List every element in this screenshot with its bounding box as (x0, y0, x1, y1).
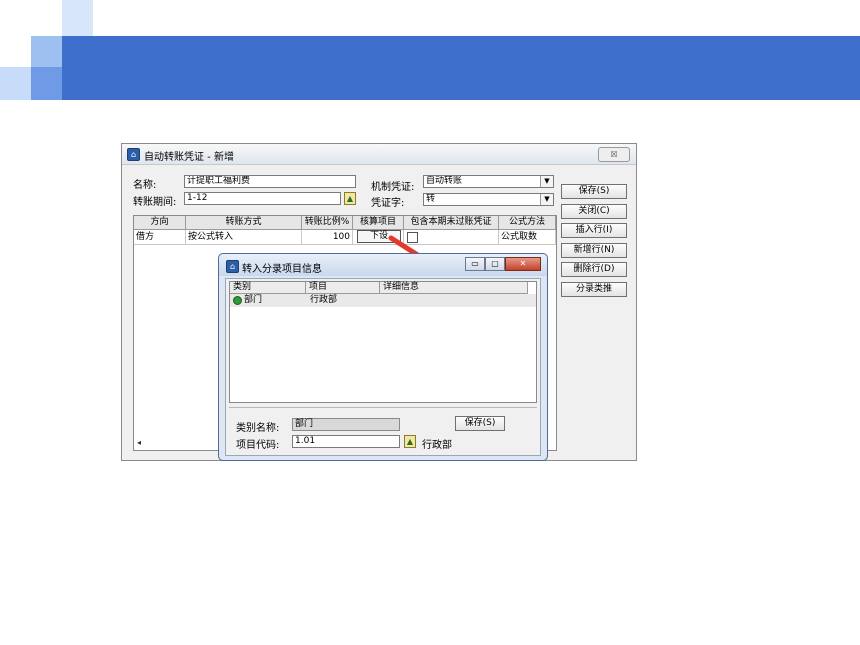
period-label: 转账期间: (133, 197, 177, 208)
column-header-include-unposted[interactable]: 包含本期未过账凭证 (404, 216, 499, 230)
decor-square-mid (31, 67, 62, 100)
column-header-item[interactable]: 项目 (306, 282, 380, 294)
insert-row-button[interactable]: 插入行(I) (561, 223, 627, 238)
decor-square-top (62, 0, 93, 36)
chevron-down-icon[interactable]: ▼ (540, 194, 553, 205)
cell-ratio[interactable]: 100 (302, 230, 353, 245)
include-unposted-checkbox[interactable] (407, 232, 418, 243)
header-banner (62, 36, 860, 100)
app-icon: ⌂ (127, 148, 140, 161)
delete-row-button[interactable]: 删除行(D) (561, 262, 627, 277)
new-row-button[interactable]: 新增行(N) (561, 243, 627, 258)
dialog-save-button[interactable]: 保存(S) (455, 416, 505, 431)
voucher-word-value: 转 (426, 194, 436, 204)
window-title: 自动转账凭证 - 新增 (144, 152, 234, 163)
column-header-details[interactable]: 详细信息 (380, 282, 528, 294)
chevron-down-icon[interactable]: ▼ (540, 176, 553, 187)
scroll-left-icon[interactable]: ◂ (137, 438, 141, 447)
voucher-word-select[interactable]: 转 ▼ (423, 193, 554, 206)
dialog-body: 类别 项目 详细信息 部门 行政部 类别名称: 部门 保存(S) 项目代码: 1… (225, 278, 541, 456)
column-header-method[interactable]: 转账方式 (186, 216, 302, 230)
period-picker-icon[interactable]: ▲ (344, 192, 356, 205)
minimize-icon[interactable]: ▭ (465, 257, 485, 271)
item-code-picker-icon[interactable]: ▲ (404, 435, 416, 448)
entry-analogy-button[interactable]: 分录类推 (561, 282, 627, 297)
column-header-item[interactable]: 核算项目 (353, 216, 404, 230)
item-list: 类别 项目 详细信息 部门 行政部 (229, 281, 537, 403)
item-code-field[interactable]: 1.01 (292, 435, 400, 448)
close-button[interactable]: 关闭(C) (561, 204, 627, 219)
category-name-label: 类别名称: (236, 423, 280, 434)
status-ok-icon (233, 296, 242, 305)
decor-square-bottom (0, 67, 31, 100)
item-code-name: 行政部 (422, 440, 452, 451)
dialog-title: 转入分录项目信息 (242, 264, 322, 275)
voucher-type-label: 机制凭证: (371, 182, 415, 193)
cell-method[interactable]: 按公式转入 (186, 230, 302, 245)
cell-include-unposted[interactable] (404, 230, 499, 245)
cell-direction[interactable]: 借方 (134, 230, 186, 245)
close-icon[interactable]: ☒ (598, 147, 630, 162)
dialog-titlebar: ⌂ 转入分录项目信息 ▭ ▢ ✕ (219, 254, 547, 276)
column-header-ratio[interactable]: 转账比例% (302, 216, 353, 230)
column-header-direction[interactable]: 方向 (134, 216, 186, 230)
name-label: 名称: (133, 180, 157, 191)
entry-item-info-dialog: ⌂ 转入分录项目信息 ▭ ▢ ✕ 类别 项目 详细信息 部门 行政部 类别名称:… (218, 253, 548, 461)
list-item[interactable]: 部门 行政部 (230, 294, 536, 307)
decor-square-left (31, 36, 62, 67)
item-code-label: 项目代码: (236, 440, 280, 451)
cell-item[interactable]: 下设 (353, 230, 404, 245)
voucher-type-value: 自动转账 (426, 176, 463, 186)
cell-formula[interactable]: 公式取数 (499, 230, 556, 245)
name-field[interactable]: 计提职工福利费 (184, 175, 356, 188)
voucher-word-label: 凭证字: (371, 198, 405, 209)
list-item-category: 部门 (244, 295, 263, 305)
column-header-formula[interactable]: 公式方法 (499, 216, 556, 230)
divider (229, 407, 537, 408)
save-button[interactable]: 保存(S) (561, 184, 627, 199)
column-header-category[interactable]: 类别 (230, 282, 306, 294)
maximize-icon[interactable]: ▢ (485, 257, 505, 271)
period-field[interactable]: 1-12 (184, 192, 341, 205)
app-icon: ⌂ (226, 260, 239, 273)
voucher-type-select[interactable]: 自动转账 ▼ (423, 175, 554, 188)
window-titlebar: ⌂ 自动转账凭证 - 新增 ☒ (122, 144, 636, 165)
category-name-field: 部门 (292, 418, 400, 431)
close-icon[interactable]: ✕ (505, 257, 541, 271)
set-item-button[interactable]: 下设 (357, 230, 401, 243)
list-item-name: 行政部 (310, 295, 338, 305)
